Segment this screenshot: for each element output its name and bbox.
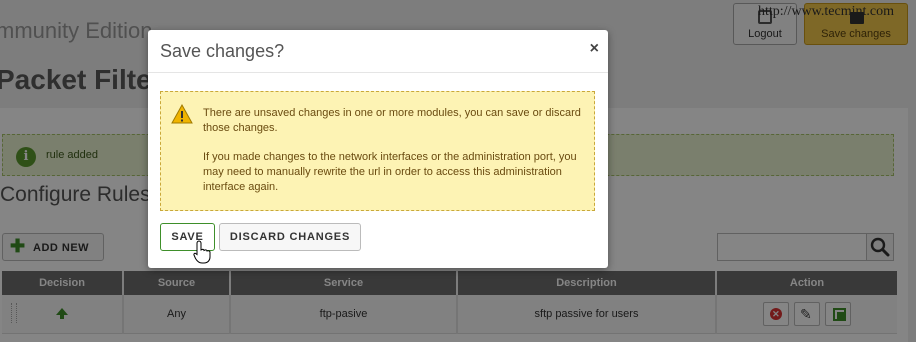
- discard-changes-button[interactable]: DISCARD CHANGES: [219, 223, 361, 251]
- warning-text: There are unsaved changes in one or more…: [203, 106, 583, 209]
- dialog-header: Save changes? ×: [148, 30, 608, 73]
- hand-cursor-icon: [193, 240, 211, 264]
- warning-paragraph-1: There are unsaved changes in one or more…: [203, 107, 581, 134]
- warning-icon: [171, 104, 193, 124]
- warning-message-box: There are unsaved changes in one or more…: [160, 91, 595, 211]
- dialog-title: Save changes?: [160, 41, 285, 61]
- warning-paragraph-2: If you made changes to the network inter…: [203, 151, 577, 193]
- save-changes-dialog: Save changes? × There are unsaved change…: [148, 30, 608, 268]
- close-icon[interactable]: ×: [590, 40, 599, 58]
